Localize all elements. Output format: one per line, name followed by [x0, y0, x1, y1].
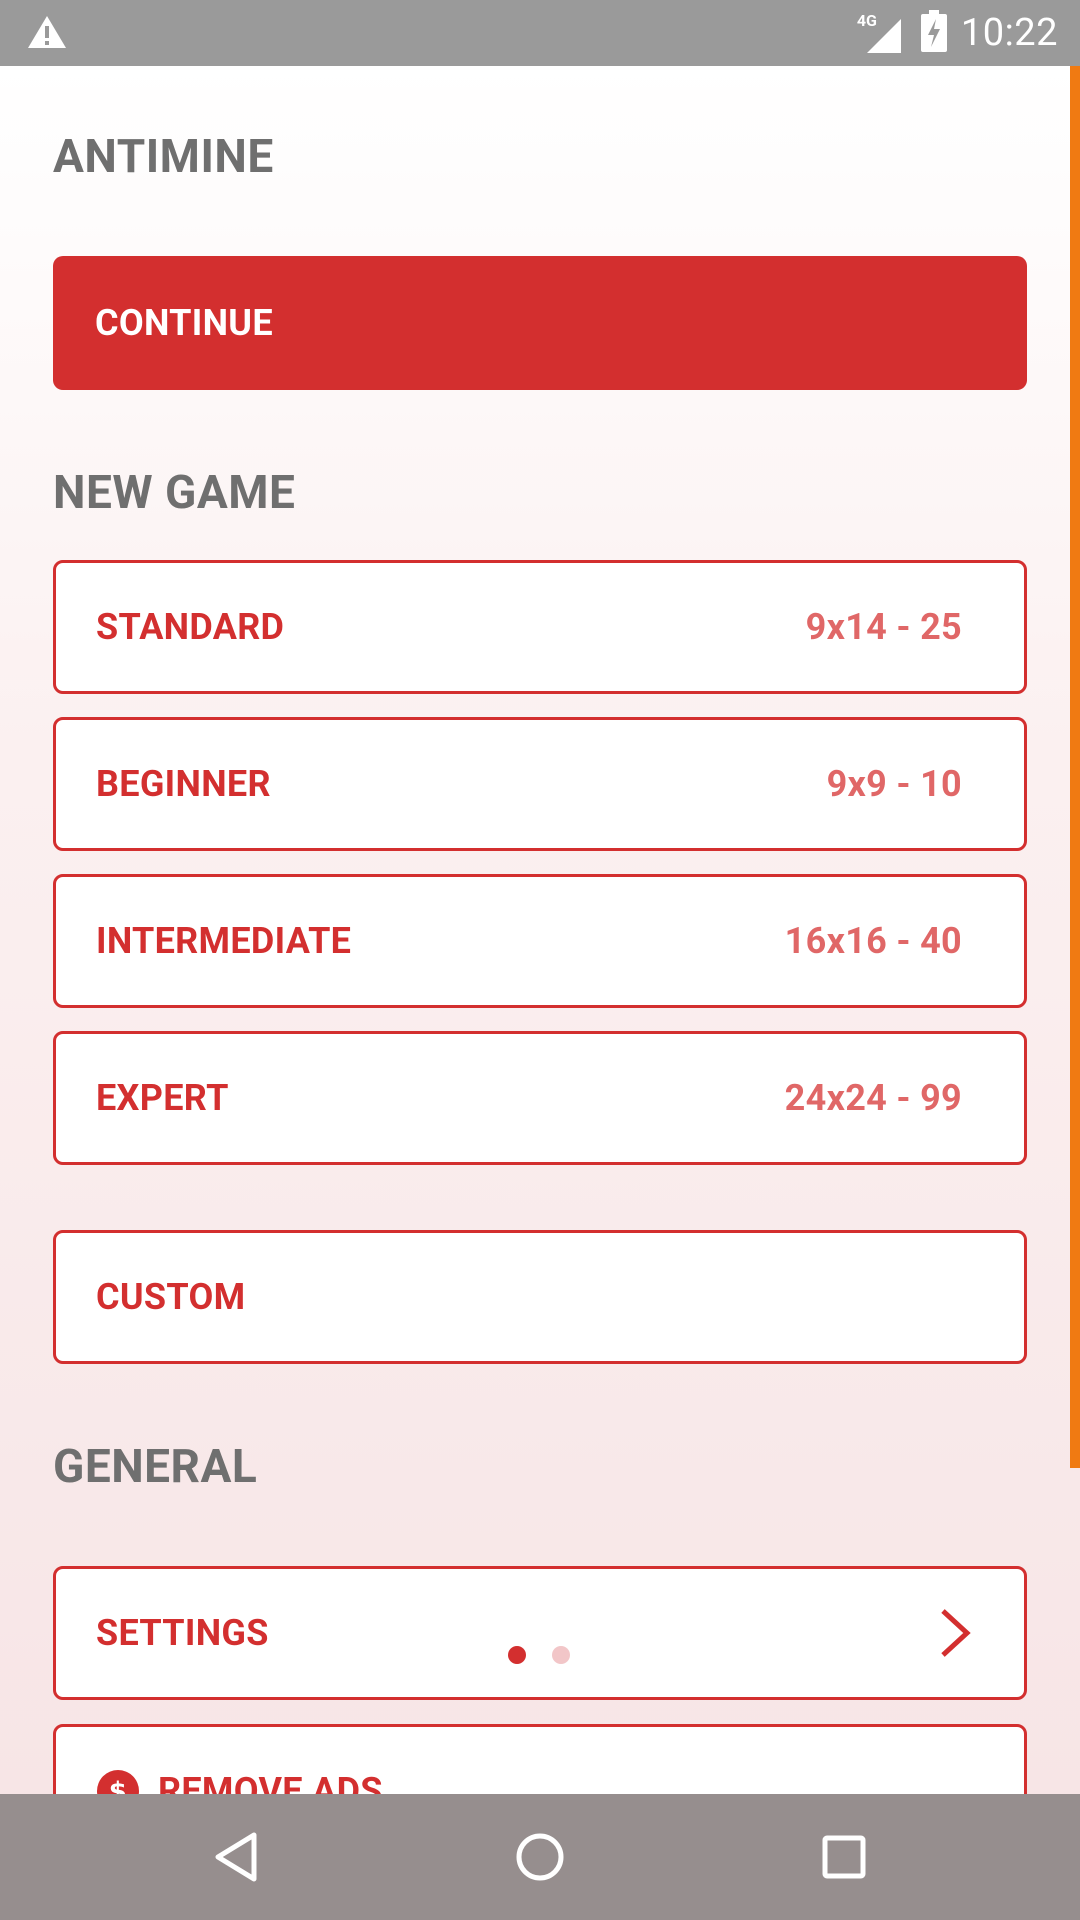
settings-button[interactable]: SETTINGS — [53, 1566, 1027, 1700]
back-icon[interactable] — [206, 1827, 266, 1887]
beginner-label: BEGINNER — [96, 763, 271, 805]
settings-label: SETTINGS — [96, 1612, 269, 1654]
page-dot-active — [508, 1646, 526, 1664]
clock: 10:22 — [960, 11, 1058, 55]
custom-button[interactable]: CUSTOM — [53, 1230, 1027, 1364]
dollar-icon: $ — [96, 1769, 140, 1794]
beginner-button[interactable]: BEGINNER 9x9 - 10 — [53, 717, 1027, 851]
main-menu[interactable]: ANTIMINE CONTINUE NEW GAME STANDARD 9x14… — [0, 66, 1080, 1794]
recents-icon[interactable] — [814, 1827, 874, 1887]
expert-label: EXPERT — [96, 1077, 229, 1119]
remove-ads-label: REMOVE ADS — [158, 1770, 383, 1794]
expert-button[interactable]: EXPERT 24x24 - 99 — [53, 1031, 1027, 1165]
intermediate-meta: 16x16 - 40 — [784, 920, 962, 962]
home-icon[interactable] — [510, 1827, 570, 1887]
expert-meta: 24x24 - 99 — [784, 1077, 962, 1119]
navigation-bar — [0, 1794, 1080, 1920]
general-title: GENERAL — [53, 1440, 258, 1494]
continue-button[interactable]: CONTINUE — [53, 256, 1027, 390]
new-game-title: NEW GAME — [53, 466, 296, 520]
standard-button[interactable]: STANDARD 9x14 - 25 — [53, 560, 1027, 694]
app-title: ANTIMINE — [53, 130, 274, 184]
standard-label: STANDARD — [96, 606, 285, 648]
intermediate-label: INTERMEDIATE — [96, 920, 352, 962]
battery-charging-icon — [920, 10, 947, 56]
beginner-meta: 9x9 - 10 — [826, 763, 962, 805]
svg-text:$: $ — [109, 1777, 127, 1794]
warning-icon — [26, 14, 68, 54]
chevron-right-icon — [938, 1607, 972, 1659]
page-indicator — [508, 1646, 570, 1664]
standard-meta: 9x14 - 25 — [805, 606, 962, 648]
remove-ads-button[interactable]: $ REMOVE ADS — [53, 1724, 1027, 1794]
scroll-indicator — [1070, 66, 1080, 1468]
continue-label: CONTINUE — [95, 302, 273, 344]
page-dot-inactive — [552, 1646, 570, 1664]
intermediate-button[interactable]: INTERMEDIATE 16x16 - 40 — [53, 874, 1027, 1008]
signal-icon: 4G — [857, 11, 907, 55]
custom-label: CUSTOM — [96, 1276, 246, 1318]
status-bar: 4G 10:22 — [0, 0, 1080, 66]
